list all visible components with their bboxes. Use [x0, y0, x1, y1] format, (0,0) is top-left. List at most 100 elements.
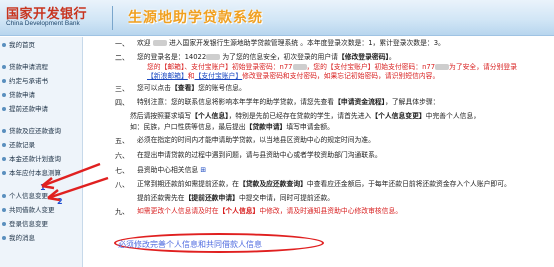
notice-number-7: 七、	[115, 167, 129, 175]
notice-8-line-2-c: 中提交申请，同时可提前还款。	[238, 194, 335, 202]
system-title: 生源地助学贷款系统	[128, 10, 263, 26]
bullet-icon	[2, 194, 6, 198]
bullet-icon	[2, 208, 6, 212]
bullet-icon	[2, 236, 6, 240]
notice-2-line-3-b: 和	[187, 72, 195, 80]
personal-info-link-2[interactable]: 【个人信息】	[219, 207, 260, 215]
notice-4-line-3: 如：民族，户口性质等信息，最后提出【贷款申请】填写申请金额。	[130, 123, 334, 132]
notice-4: 特别注意：您的联系信息将影响本年学年的助学贷款，请您先查看【申请资金流程】，了解…	[137, 98, 439, 107]
redacted-login	[206, 54, 221, 60]
notice-1-text-b: 进入国家开发银行生源地助学贷款管理系统 。本年度登录次数是：1，累计登录次数是：…	[168, 39, 445, 47]
redacted-pay-password	[435, 64, 450, 70]
sidebar-item-loan-query[interactable]: 贷款及应还款查询	[2, 125, 61, 138]
sidebar-item-label: 贷款及应还款查询	[9, 127, 61, 135]
notice-5: 必须在指定的时间内才能申请助学贷款，以当地县区资助中心的规定时间为准。	[137, 136, 375, 144]
notice-2-line-2: 您的【邮箱】、支付宝账户】初始登录密码： n77 ，您的【支付宝账户】初始支付密码：…	[147, 63, 517, 72]
sidebar-item-loan-apply[interactable]: 贷款申请	[2, 89, 35, 102]
sidebar-item-label: 约定与承诺书	[9, 77, 48, 85]
notice-number-9: 九、	[115, 208, 129, 216]
sidebar-item-label: 贷款申请流程	[9, 63, 48, 71]
bullet-icon	[2, 93, 6, 97]
notice-3: 您可以点击【查看】您的账号信息。	[137, 84, 246, 93]
notice-2: 您的登录名是：14022 为了您的信息安全，初次登录的用户请【修改登录密码】。	[137, 53, 396, 62]
personal-info-link[interactable]: 【个人信息】	[191, 112, 228, 120]
sidebar-item-agreement[interactable]: 约定与承诺书	[2, 75, 48, 88]
notice-4-line-2-c: ，特别是先前已经存在贷款的学生，请首先进入	[228, 112, 372, 120]
notice-4-line-2-a: 然后请按照要求填写	[130, 112, 192, 120]
notice-4-text-a: 特别注意：您的联系信息将影响本年学年的助学贷款，请您先查看	[137, 98, 335, 106]
notice-4-text-c: ，了解具体步骤：	[385, 98, 440, 106]
login-id: 14022	[184, 53, 207, 61]
bullet-icon	[2, 129, 6, 133]
notice-9-text-a: 如需更改个人信息请及时在	[137, 207, 219, 215]
sina-mail-link[interactable]: 【新浪邮箱】	[147, 72, 188, 80]
notice-9-text-d: 请及时通知县资助中心修改审核信息。	[286, 207, 403, 215]
bullet-icon	[2, 143, 6, 147]
bullet-icon	[2, 222, 6, 226]
notice-number-1: 一、	[115, 40, 129, 48]
change-login-password-link[interactable]: 【修改登录密码】	[338, 53, 389, 61]
fund-apply-process-link[interactable]: 【申请资金流程】	[334, 98, 385, 106]
notice-6: 在提出申请贷款的过程中遇到问题，请与县资助中心或者学校资助部门沟通联系。	[137, 151, 382, 159]
app-header: 国家开发银行 China Development Bank 生源地助学贷款系统	[0, 0, 554, 36]
bullet-icon	[2, 107, 6, 111]
bottom-hint-text: 必须修改完善个人信息和共同借款人信息	[118, 240, 262, 249]
expand-icon[interactable]: ⊞	[200, 166, 206, 174]
bank-name-en: China Development Bank	[6, 20, 80, 27]
notice-2-line-3: 【新浪邮箱】和【支付宝账户】修改登录密码和支付密码，如果忘记初始密码，请识别短信…	[147, 72, 439, 81]
bullet-icon	[2, 79, 6, 83]
notice-2-text-b: 为了您的信息安全，初次登录的用户请	[222, 53, 338, 61]
notice-8-text-a: 正常到期还款前如需提前还款，在	[137, 180, 239, 188]
notice-2-line-3-d: 修改登录密码和支付密码，如果忘记初始密码，请识别短信内容。	[242, 72, 440, 80]
redacted-password	[292, 64, 307, 70]
notice-1-text-a: 欢迎	[137, 39, 151, 47]
notice-2-line-2-c: ，您的【支付宝账户】初始支付密码：	[306, 63, 423, 71]
notice-9-text-c: 中修改，	[259, 207, 287, 215]
personal-info-change-link[interactable]: 【个人信息变更】	[371, 112, 425, 120]
view-account-link[interactable]: 【查看】	[171, 84, 198, 92]
notice-number-4: 四、	[115, 99, 129, 107]
notice-number-8: 八、	[115, 181, 129, 189]
bullet-icon	[2, 43, 6, 47]
notice-4-line-3-c: 填写申请金额。	[286, 123, 334, 131]
early-repay-link[interactable]: 【提前还款申请】	[185, 194, 239, 202]
notice-8: 正常到期还款前如需提前还款，在【贷款及应还款查询】中查看应还金额后，于每年还款日…	[137, 180, 511, 189]
sidebar-item-label: 登录信息变更	[9, 220, 48, 228]
notice-8-text-c: 中查看应还金额后，于每年还款日前将还款资金存入个人账户即可。	[306, 180, 511, 188]
bullet-icon	[2, 171, 6, 175]
notice-number-3: 三、	[115, 85, 129, 93]
header-divider	[112, 6, 113, 30]
notice-3-text-c: 您的账号信息。	[198, 84, 246, 92]
sidebar-item-label: 我的消息	[9, 234, 35, 242]
notice-3-text-a: 您可以点击	[137, 84, 171, 92]
notice-2-line-2-a: 您的【邮箱】、支付宝账户】初始登录密码：	[147, 63, 280, 71]
alipay-account-link[interactable]: 【支付宝账户】	[195, 72, 243, 80]
notice-panel: 一、 欢迎 进入国家开发银行生源地助学贷款管理系统 。本年度登录次数是：1，累计…	[85, 38, 554, 267]
initial-pay-password: n77	[422, 63, 436, 71]
notice-2-text-a: 您的登录名是：	[137, 53, 185, 61]
notice-7: 县资助中心相关信息 ⊞	[137, 166, 206, 175]
bullet-icon	[2, 157, 6, 161]
sidebar-item-label: 贷款申请	[9, 91, 35, 99]
sidebar-item-label: 提前还款申请	[9, 105, 48, 113]
sidebar-item-loan-process[interactable]: 贷款申请流程	[2, 61, 48, 74]
loan-query-link[interactable]: 【贷款及应还款查询】	[239, 180, 307, 188]
notice-2-line-2-e: 为了安全，请分别登录	[449, 63, 517, 71]
sidebar-item-login-info-change[interactable]: 登录信息变更	[2, 218, 48, 231]
notice-1: 欢迎 进入国家开发银行生源地助学贷款管理系统 。本年度登录次数是：1，累计登录次…	[137, 39, 445, 48]
notice-4-line-2: 然后请按照要求填写【个人信息】，特别是先前已经存在贷款的学生，请首先进入【个人信…	[130, 112, 480, 121]
sidebar-item-home[interactable]: 我的首页	[2, 39, 35, 52]
notice-number-6: 六、	[115, 152, 129, 160]
sidebar: 我的首页 贷款申请流程 约定与承诺书 贷款申请 提前还款申请 贷款及应还款查询 …	[0, 37, 83, 267]
sidebar-item-repay-record[interactable]: 还款记录	[2, 139, 35, 152]
notice-number-2: 二、	[115, 54, 129, 62]
sidebar-item-label: 我的首页	[9, 41, 35, 49]
notice-8-line-2-a: 提前还款需先在	[137, 194, 185, 202]
county-center-info-label: 县资助中心相关信息	[137, 166, 199, 174]
notice-9: 如需更改个人信息请及时在【个人信息】中修改，请及时通知县资助中心修改审核信息。	[137, 207, 402, 216]
sidebar-item-early-repay[interactable]: 提前还款申请	[2, 103, 48, 116]
loan-apply-link[interactable]: 【贷款申请】	[246, 123, 287, 131]
notice-8-line-2: 提前还款需先在【提前还款申请】中提交申请，同时可提前还款。	[137, 194, 334, 203]
notice-number-5: 五、	[115, 137, 129, 145]
sidebar-item-my-messages[interactable]: 我的消息	[2, 232, 35, 245]
